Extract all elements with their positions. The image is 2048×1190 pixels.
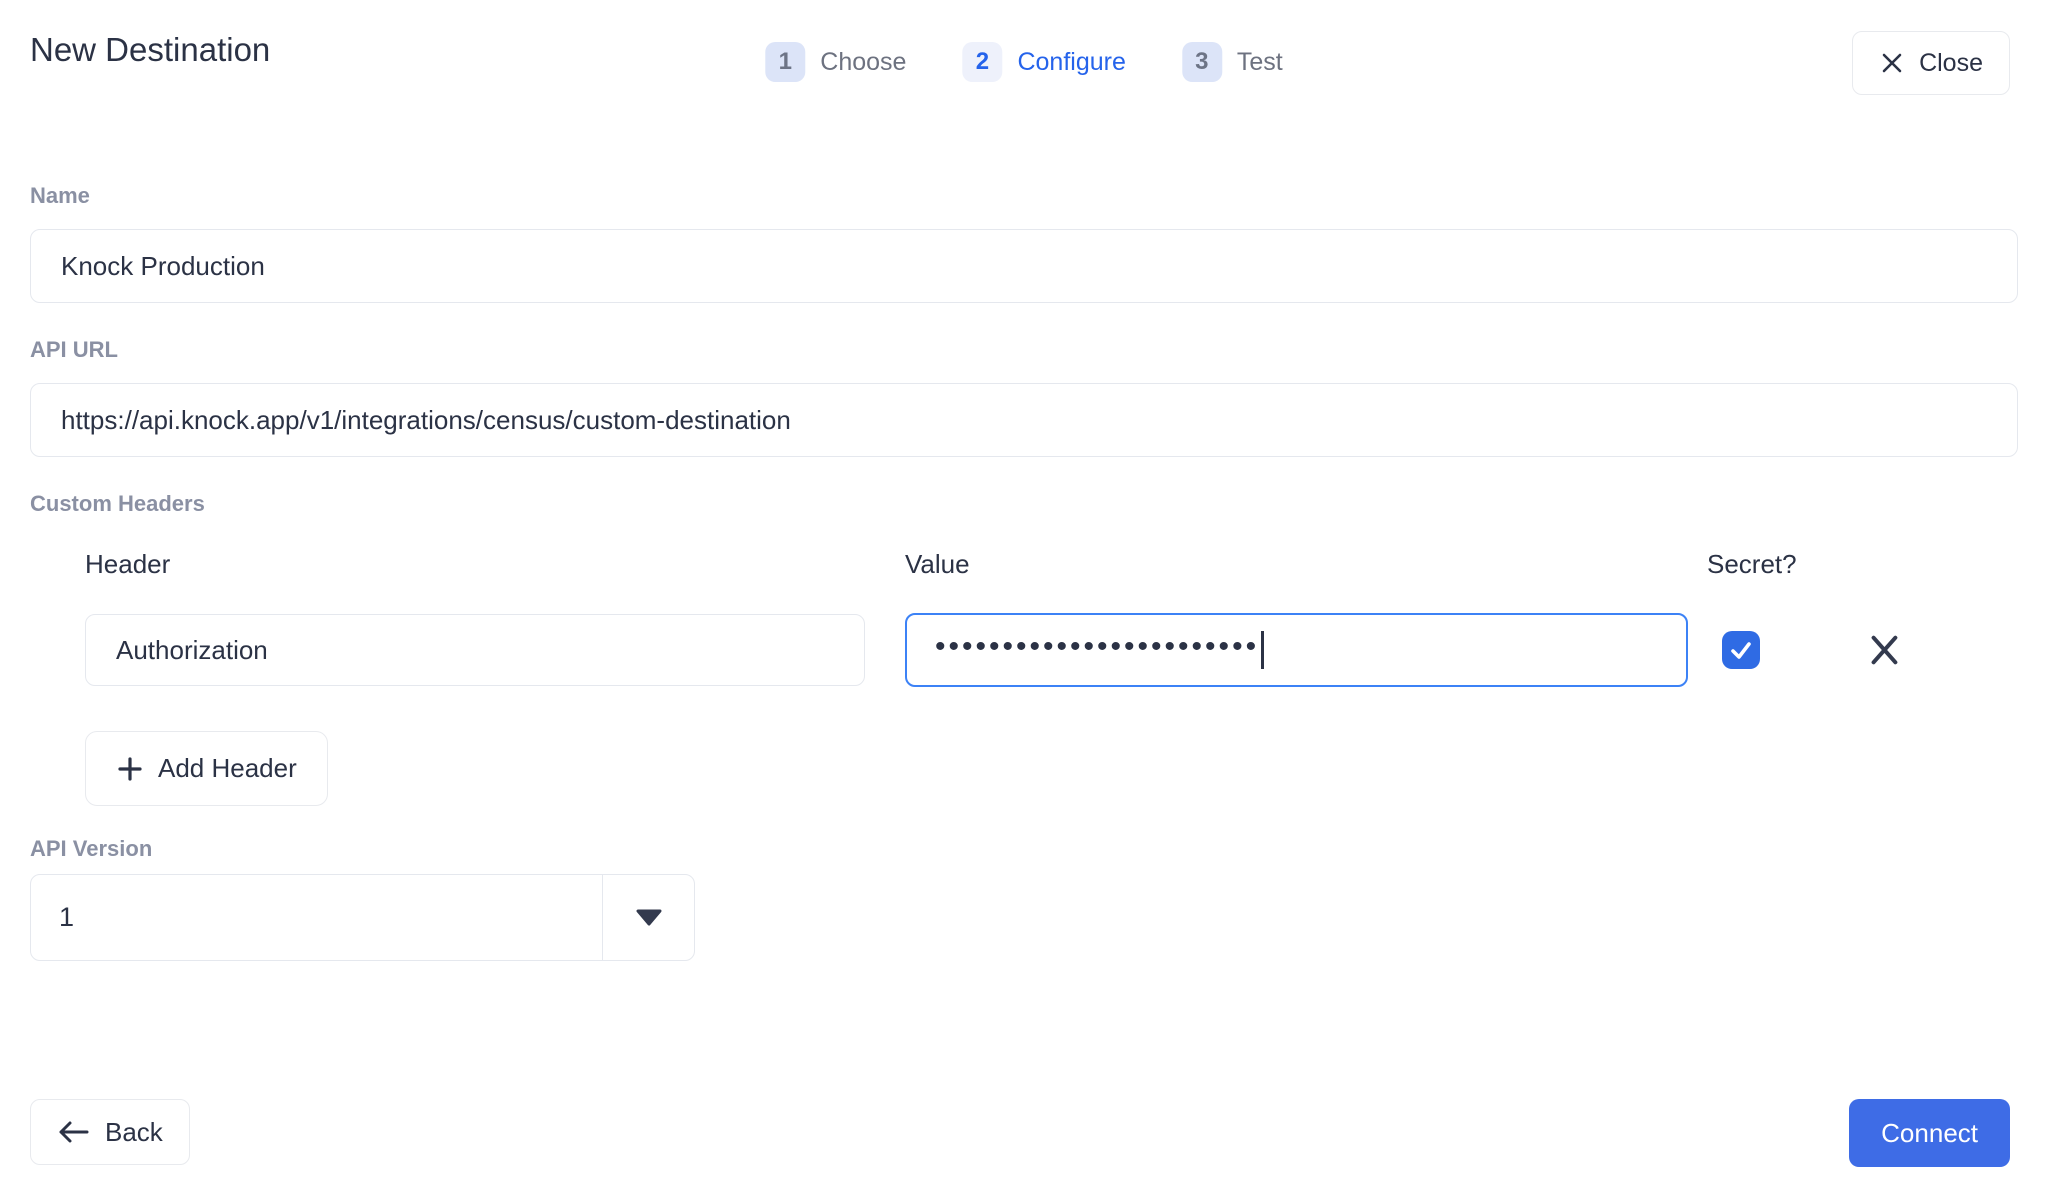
custom-headers-label: Custom Headers: [30, 491, 2018, 517]
secret-checkbox[interactable]: [1722, 631, 1760, 669]
column-secret: Secret?: [1707, 549, 1797, 580]
name-label: Name: [30, 183, 2018, 209]
custom-headers-column-row: Header Value Secret?: [85, 549, 2018, 580]
close-icon: [1879, 50, 1905, 76]
step-configure[interactable]: 2 Configure: [962, 42, 1125, 82]
column-header: Header: [85, 549, 905, 580]
header-value-input[interactable]: ••••••••••••••••••••••••: [905, 613, 1688, 687]
close-button[interactable]: Close: [1852, 31, 2010, 95]
delete-x-icon: [1866, 632, 1902, 668]
new-destination-modal: New Destination 1 Choose 2 Configure 3 T…: [0, 0, 2048, 1190]
arrow-left-icon: [57, 1119, 89, 1145]
text-cursor: [1261, 631, 1264, 669]
name-input[interactable]: [30, 229, 2018, 303]
api-version-select[interactable]: 1: [30, 874, 695, 961]
step-label: Test: [1237, 48, 1283, 77]
page-title: New Destination: [30, 28, 270, 72]
stepper: 1 Choose 2 Configure 3 Test: [765, 42, 1282, 82]
step-number-badge: 3: [1182, 42, 1222, 82]
step-number-badge: 2: [962, 42, 1002, 82]
api-url-label: API URL: [30, 337, 2018, 363]
step-choose[interactable]: 1 Choose: [765, 42, 906, 82]
masked-value: ••••••••••••••••••••••••: [935, 632, 1259, 662]
api-version-label: API Version: [30, 836, 2018, 862]
step-number-badge: 1: [765, 42, 805, 82]
back-button-label: Back: [105, 1117, 163, 1148]
chevron-down-icon: [634, 908, 664, 927]
custom-header-row: ••••••••••••••••••••••••: [85, 613, 2018, 687]
configure-form: Name API URL Custom Headers Header Value…: [30, 183, 2018, 961]
step-label: Choose: [820, 48, 906, 77]
select-arrow-section[interactable]: [602, 875, 694, 960]
check-icon: [1728, 637, 1754, 663]
plus-icon: [116, 755, 144, 783]
connect-button-label: Connect: [1881, 1118, 1978, 1148]
connect-button[interactable]: Connect: [1849, 1099, 2010, 1167]
api-version-value: 1: [31, 875, 602, 960]
step-test[interactable]: 3 Test: [1182, 42, 1283, 82]
close-button-label: Close: [1919, 49, 1983, 78]
back-button[interactable]: Back: [30, 1099, 190, 1165]
api-url-input[interactable]: [30, 383, 2018, 457]
add-header-label: Add Header: [158, 753, 297, 784]
header-name-input[interactable]: [85, 614, 865, 686]
step-label: Configure: [1017, 48, 1125, 77]
delete-header-button[interactable]: [1866, 632, 1902, 668]
add-header-button[interactable]: Add Header: [85, 731, 328, 806]
column-value: Value: [905, 549, 1707, 580]
